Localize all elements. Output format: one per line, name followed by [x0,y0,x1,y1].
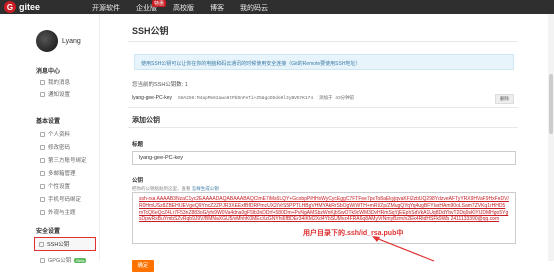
sidebar-item-label: 个人资料 [48,132,71,138]
main-content: SSH公钥 使用SSH公钥可以让你在你的电脑和码云通讯的时候使用安全连接（Git… [128,14,518,272]
sidebar-item-notification-settings[interactable]: 通知设置 [40,90,70,98]
title-label: 标题 [132,142,144,148]
promo-badge: 特惠 [151,0,166,7]
annotation-arrow-icon [372,236,435,262]
sidebar-item-label: GPG公钥 [48,258,72,264]
gitee-logo[interactable]: G gitee [4,1,40,13]
sidebar-item-label: SSH公钥 [47,242,70,248]
ssh-key-name: lyang-gee-PC-key [132,95,173,101]
gitee-logo-text: gitee [19,2,41,12]
palette-icon [40,209,45,215]
ssh-key-count: 您当前的SSH公钥数: 1 [132,82,188,88]
link-icon [40,157,45,163]
gitee-logo-icon: G [4,1,16,13]
top-navbar: G gitee 开源软件 企业版 特惠 高校版 博客 我的码云 [0,0,554,14]
user-profile[interactable]: Lyang [36,30,81,52]
lock-icon [40,144,45,150]
key-icon [40,257,45,263]
confirm-button[interactable]: 确定 [132,260,154,272]
divider [128,107,518,108]
sidebar-item-label: 修改密码 [48,145,71,151]
sidebar-item-label: 个性设置 [48,184,71,190]
sidebar-item-password[interactable]: 修改密码 [40,143,70,151]
nav-university[interactable]: 高校版 [173,3,194,13]
key-hint-text: 把你的公钥粘贴到这里，查看 [132,186,191,191]
how-to-generate-link[interactable]: 怎样生成公钥 [192,186,219,191]
delete-key-button[interactable]: 删除 [495,94,514,104]
key-label: 公钥 [132,178,144,184]
sidebar-item-personal[interactable]: 个性设置 [40,182,70,190]
gear-icon [40,183,45,189]
sidebar-item-theme[interactable]: 外观与主题 [40,208,76,216]
sidebar-item-emails[interactable]: 多邮箱管理 [40,169,76,177]
sidebar-item-label: 外观与主题 [48,210,76,216]
sidebar-item-label: 第三方账号绑定 [48,158,87,164]
sidebar-item-profile[interactable]: 个人资料 [40,130,70,138]
page-scrollbar[interactable] [548,14,554,261]
nav-enterprise[interactable]: 企业版 特惠 [136,0,166,13]
sidebar-item-label: 手机号码绑定 [48,197,82,203]
nav-my-gitee[interactable]: 我的码云 [240,3,268,13]
sidebar-item-gpg-keys[interactable]: GPG公钥 Beta [40,256,87,264]
message-icon [40,79,45,85]
add-key-title: 添加公钥 [132,117,160,124]
section-title-basic: 基本设置 [36,119,61,125]
user-icon [40,131,45,137]
bell-icon [40,91,45,97]
scrollbar-thumb[interactable] [549,74,553,134]
key-icon [39,241,44,247]
divider [128,127,518,128]
ssh-key-row: lyang-gee-PC-key SHA256:M4apPm62awoHtPbD… [132,95,354,101]
nav-blog[interactable]: 博客 [210,3,224,13]
sidebar-item-my-messages[interactable]: 我的消息 [40,78,70,86]
sidebar-item-label: 通知设置 [48,92,71,98]
sidebar-item-ssh-keys[interactable]: SSH公钥 [34,237,96,251]
sidebar-item-phone[interactable]: 手机号码绑定 [40,195,81,203]
sidebar-item-third-party[interactable]: 第三方账号绑定 [40,156,87,164]
phone-icon [40,196,45,202]
annotation-text: 用户目录下的.ssh/id_rsa.pub中 [303,230,404,237]
avatar [36,30,58,52]
key-title-input[interactable]: lyang-gee-PC-key [132,151,516,165]
section-title-messages: 消息中心 [36,69,61,75]
page-title: SSH公钥 [132,26,169,36]
beta-badge: Beta [74,257,87,263]
section-title-security: 安全设置 [36,229,61,235]
sidebar-item-label: 多邮箱管理 [48,171,76,177]
sidebar-item-label: 我的消息 [48,80,71,86]
nav-open-source[interactable]: 开源软件 [92,3,120,13]
divider [128,41,518,42]
info-banner: 使用SSH公钥可以让你在你的电脑和码云通讯的时候使用安全连接（Git的Remot… [134,54,514,70]
profile-name: Lyang [62,37,81,45]
ssh-key-time: 添加于 43分钟前 [319,96,355,101]
ssh-key-fingerprint: SHA256:M4apPm62awoHtPbDnFeTi+Z5&goDSdeHl… [178,95,314,101]
main-nav: 开源软件 企业版 特惠 高校版 博客 我的码云 [92,0,268,13]
public-key-value: ssh-rsa AAAAB3NzaC1yc2EAAAADAQABAAABAQCl… [139,196,509,223]
settings-sidebar: Lyang 消息中心 我的消息 通知设置 基本设置 个人资料 修改密码 第三方账… [30,14,100,264]
mail-icon [40,170,45,176]
